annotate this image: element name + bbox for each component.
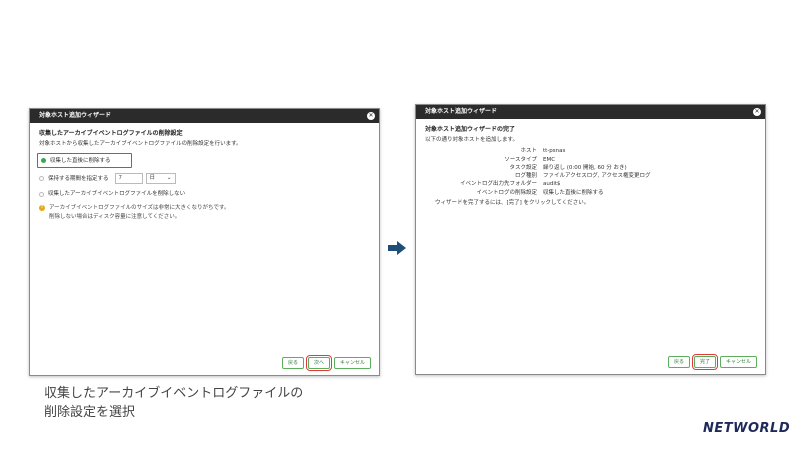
radio-selected-icon[interactable] [41, 158, 46, 164]
section-heading: 収集したアーカイブイベントログファイルの削除設定 [39, 130, 183, 137]
summary-key: ホスト [520, 148, 537, 155]
option-label: 保持する期間を指定する [48, 175, 109, 182]
section-heading: 対象ホスト追加ウィザードの完了 [425, 126, 516, 133]
caption-line: 収集したアーカイブイベントログファイルの [44, 386, 304, 401]
summary-value: 収集した直後に削除する [543, 189, 604, 196]
close-icon[interactable]: ✕ [753, 108, 761, 116]
summary-value: audit$ [543, 181, 561, 188]
summary-value: tt-psnas [543, 148, 566, 155]
close-icon[interactable]: ✕ [367, 112, 375, 120]
slide-caption: 収集したアーカイブイベントログファイルの 削除設定を選択 [44, 384, 374, 422]
option-do-not-delete[interactable]: 収集したアーカイブイベントログファイルを削除しない [39, 189, 370, 199]
summary-value: EMC [543, 156, 556, 163]
dialog-titlebar: 対象ホスト追加ウィザード ✕ [416, 105, 765, 119]
section-description: 対象ホストから収集したアーカイブイベントログファイルの削除設定を行います。 [39, 141, 242, 147]
arrow-right-icon [388, 241, 406, 255]
section-description: 以下の通り対象ホストを追加します。 [425, 137, 518, 143]
dialog-titlebar: 対象ホスト追加ウィザード ✕ [30, 109, 379, 123]
retention-period-input[interactable]: 7 [114, 173, 143, 185]
summary-value: 繰り返し (0:00 開始, 60 分 おき) [543, 164, 627, 171]
back-button[interactable]: 戻る [281, 357, 304, 369]
summary-value: ファイルアクセスログ, アクセス権変更ログ [543, 173, 651, 179]
dialog-button-bar: 戻る 次へ キャンセル [281, 355, 371, 371]
retention-unit-select[interactable]: 日 ⌄ [145, 173, 176, 185]
option-label: 収集した直後に削除する [50, 157, 111, 164]
summary-key: ログ種別 [514, 173, 537, 179]
unit-label: 日 [149, 175, 156, 182]
chevron-down-icon: ⌄ [166, 175, 172, 182]
finish-button[interactable]: 完了 [691, 354, 718, 370]
dialog-title: 対象ホスト追加ウィザード [39, 112, 112, 119]
warning-line: アーカイブイベントログファイルのサイズは非常に大きくなりがちです。 [49, 205, 230, 212]
wizard-dialog-deletion-settings: 対象ホスト追加ウィザード ✕ 収集したアーカイブイベントログファイルの削除設定 … [29, 108, 380, 376]
option-delete-immediately[interactable]: 収集した直後に削除する [37, 153, 132, 169]
caption-line: 削除設定を選択 [44, 405, 136, 420]
option-label: 収集したアーカイブイベントログファイルを削除しない [48, 191, 186, 198]
radio-unselected-icon[interactable] [39, 176, 44, 182]
cancel-button[interactable]: キャンセル [719, 356, 757, 368]
wizard-dialog-complete: 対象ホスト追加ウィザード ✕ 対象ホスト追加ウィザードの完了 以下の通り対象ホス… [415, 104, 766, 375]
warning-message: ! アーカイブイベントログファイルのサイズは非常に大きくなりがちです。 削除しな… [39, 204, 370, 221]
summary-key: ソースタイプ [504, 156, 537, 163]
back-button[interactable]: 戻る [667, 356, 690, 368]
option-specify-period[interactable]: 保持する期間を指定する 7 日 ⌄ [39, 172, 370, 185]
next-button[interactable]: 次へ [305, 355, 332, 371]
radio-unselected-icon[interactable] [39, 191, 44, 197]
warning-icon: ! [39, 205, 45, 212]
summary-key: タスク設定 [509, 164, 537, 171]
cancel-button[interactable]: キャンセル [333, 357, 371, 369]
dialog-title: 対象ホスト追加ウィザード [425, 108, 498, 115]
summary-table: ホスト tt-psnas ソースタイプ EMC タスク設定 繰り返し (0:00… [425, 147, 756, 197]
networld-logo: NETWORLD [703, 421, 791, 436]
summary-key: イベントログ出力先フォルダー [459, 181, 537, 188]
summary-key: イベントログの削除設定 [476, 189, 537, 196]
warning-line: 削除しない場合はディスク容量に注意してください。 [49, 213, 181, 220]
finish-instruction: ウィザードを完了するには、[完了] をクリックしてください。 [435, 199, 590, 206]
dialog-button-bar: 戻る 完了 キャンセル [667, 354, 757, 370]
